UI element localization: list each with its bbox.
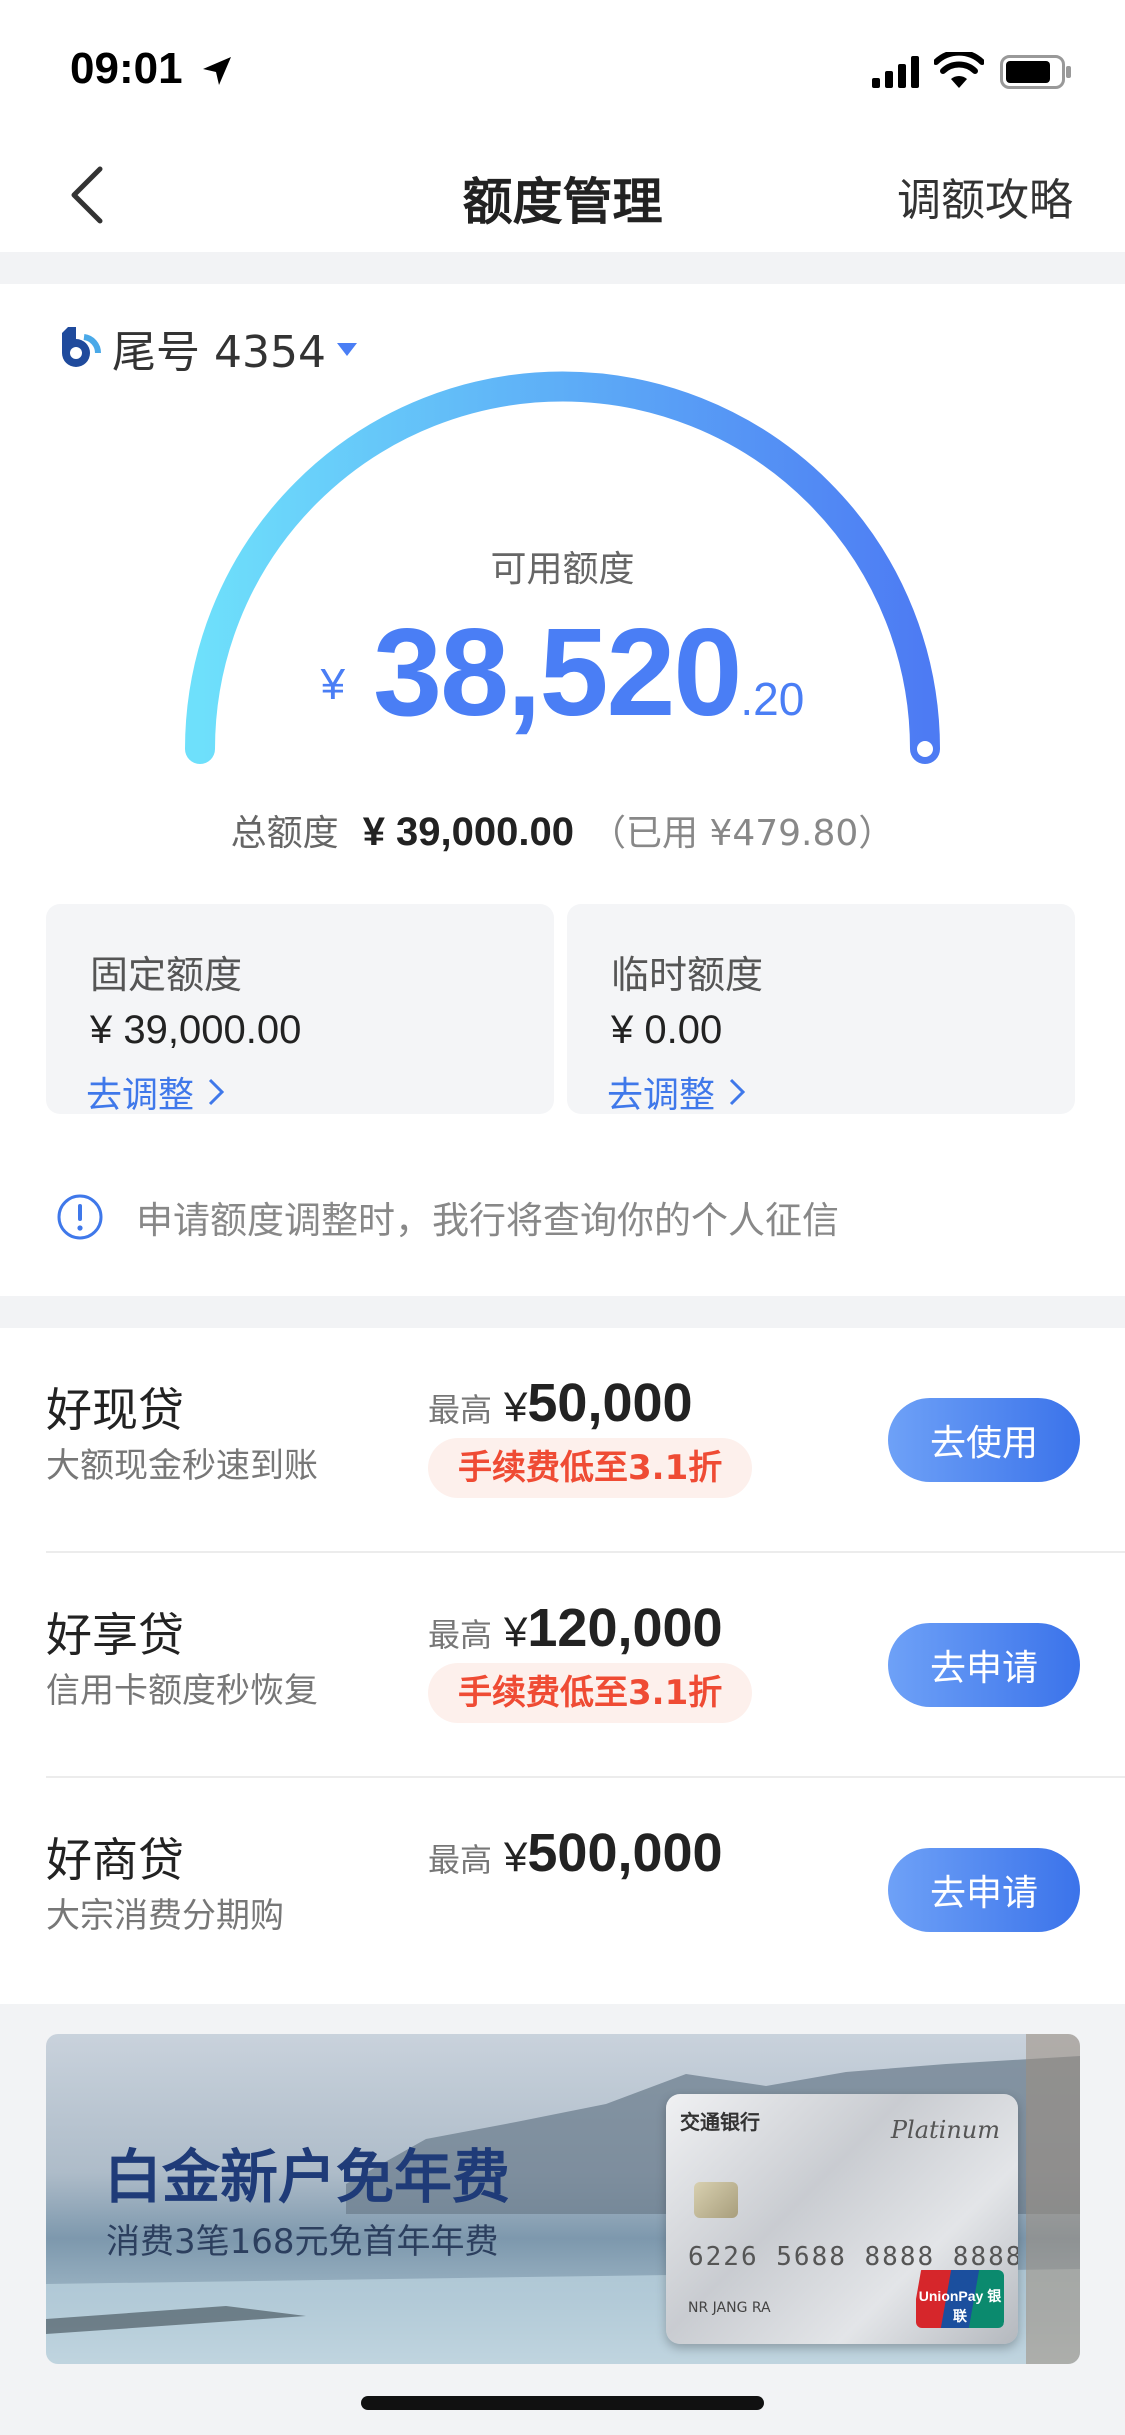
card-number: 6226 5688 8888 8888 <box>688 2242 1018 2272</box>
loan-description: 信用卡额度秒恢复 <box>46 1671 318 1711</box>
unionpay-text: UnionPay 银联 <box>918 2288 1002 2324</box>
limit-guide-link[interactable]: 调额攻略 <box>897 164 1073 228</box>
banner-subtitle: 消费3笔168元免首年年费 <box>106 2222 499 2262</box>
adjust-temporary-limit-link[interactable]: 去调整 <box>607 1066 746 1118</box>
apply-loan-button[interactable]: 去申请 <box>888 1848 1080 1932</box>
total-limit-label: 总额度 <box>230 813 339 854</box>
loan-products-list: 好现贷 大额现金秒速到账 最高 ¥50,000 手续费低至3.1折 去使用 好享贷… <box>0 1328 1125 2004</box>
chevron-right-icon <box>208 1078 225 1106</box>
platinum-card-promo-banner[interactable]: 白金新户免年费 消费3笔168元免首年年费 交通银行 Platinum 6226… <box>46 2034 1080 2364</box>
nav-bar: 额度管理 调额攻略 <box>0 140 1125 252</box>
loan-item-haoshangdai: 好商贷 大宗消费分期购 最高 ¥500,000 去申请 <box>0 1778 1125 2003</box>
banner-title: 白金新户免年费 <box>104 2143 511 2211</box>
cellular-signal-icon <box>872 56 919 88</box>
chevron-right-icon <box>729 1078 746 1106</box>
fee-discount-badge: 手续费低至3.1折 <box>428 1438 753 1498</box>
max-label: 最高 <box>428 1841 493 1879</box>
status-time: 09:01 <box>70 44 183 93</box>
loan-description: 大宗消费分期购 <box>46 1896 284 1936</box>
temporary-limit-box: 临时额度 ¥ 0.00 去调整 <box>567 904 1075 1116</box>
available-limit-card: 尾号 4354 可用额度 ¥38,520.20 总额度 ¥ 39,000.00 （已… <box>0 284 1125 1296</box>
use-loan-button[interactable]: 去使用 <box>888 1398 1080 1482</box>
max-label: 最高 <box>428 1391 493 1429</box>
currency-symbol: ¥ <box>320 660 346 709</box>
location-arrow-icon <box>203 57 231 85</box>
notice-text: 申请额度调整时，我行将查询你的个人征信 <box>136 1199 839 1242</box>
fee-discount-badge: 手续费低至3.1折 <box>428 1663 753 1723</box>
adjust-link-label: 去调整 <box>607 1075 716 1116</box>
loan-name: 好现贷 <box>46 1383 184 1437</box>
card-holder: NR JANG RA <box>688 2300 771 2316</box>
max-currency: ¥ <box>504 1608 528 1655</box>
max-currency: ¥ <box>504 1833 528 1880</box>
loan-description: 大额现金秒速到账 <box>46 1446 318 1486</box>
available-limit-label: 可用额度 <box>490 549 635 590</box>
card-chip-icon <box>694 2182 738 2218</box>
wifi-icon <box>934 52 984 88</box>
fixed-limit-value: ¥ 39,000.00 <box>90 1008 302 1052</box>
loan-name: 好享贷 <box>46 1608 184 1662</box>
card-bank-name: 交通银行 <box>680 2110 760 2134</box>
home-indicator <box>361 2396 764 2410</box>
max-value: 120,000 <box>527 1598 723 1658</box>
credit-check-notice: 申请额度调整时，我行将查询你的个人征信 <box>56 1190 839 1244</box>
loan-item-haoxiangdai: 好享贷 信用卡额度秒恢复 最高 ¥120,000 手续费低至3.1折 去申请 <box>0 1553 1125 1778</box>
total-limit-line: 总额度 ¥ 39,000.00 （已用 ¥479.80） <box>0 804 1125 856</box>
loan-item-haoxiandai: 好现贷 大额现金秒速到账 最高 ¥50,000 手续费低至3.1折 去使用 <box>0 1328 1125 1553</box>
status-bar: 09:01 <box>0 0 1125 140</box>
max-value: 50,000 <box>527 1373 693 1433</box>
apply-loan-button[interactable]: 去申请 <box>888 1623 1080 1707</box>
used-amount: （已用 ¥479.80） <box>590 813 895 854</box>
amount-decimal: .20 <box>740 673 805 725</box>
card-tier: Platinum <box>890 2116 1000 2144</box>
credit-card-image: 交通银行 Platinum 6226 5688 8888 8888 NR JAN… <box>666 2094 1018 2344</box>
adjust-link-label: 去调整 <box>86 1075 195 1116</box>
available-limit-amount: ¥38,520.20 <box>0 602 1125 744</box>
info-icon <box>57 1194 103 1240</box>
max-label: 最高 <box>428 1616 493 1654</box>
loan-name: 好商贷 <box>46 1833 184 1887</box>
max-value: 500,000 <box>527 1823 723 1883</box>
temporary-limit-value: ¥ 0.00 <box>611 1008 723 1052</box>
battery-icon <box>1000 55 1071 89</box>
loan-max-amount: 最高 ¥50,000 <box>428 1372 693 1434</box>
temporary-limit-title: 临时额度 <box>611 953 764 997</box>
fixed-limit-title: 固定额度 <box>90 953 243 997</box>
unionpay-logo-icon: UnionPay 银联 <box>916 2270 1004 2328</box>
adjust-fixed-limit-link[interactable]: 去调整 <box>86 1066 225 1118</box>
total-limit-value: ¥ 39,000.00 <box>362 810 574 854</box>
loan-max-amount: 最高 ¥120,000 <box>428 1597 723 1659</box>
loan-max-amount: 最高 ¥500,000 <box>428 1822 723 1884</box>
max-currency: ¥ <box>504 1383 528 1430</box>
amount-integer: 38,520 <box>373 604 742 742</box>
fixed-limit-box: 固定额度 ¥ 39,000.00 去调整 <box>46 904 554 1116</box>
